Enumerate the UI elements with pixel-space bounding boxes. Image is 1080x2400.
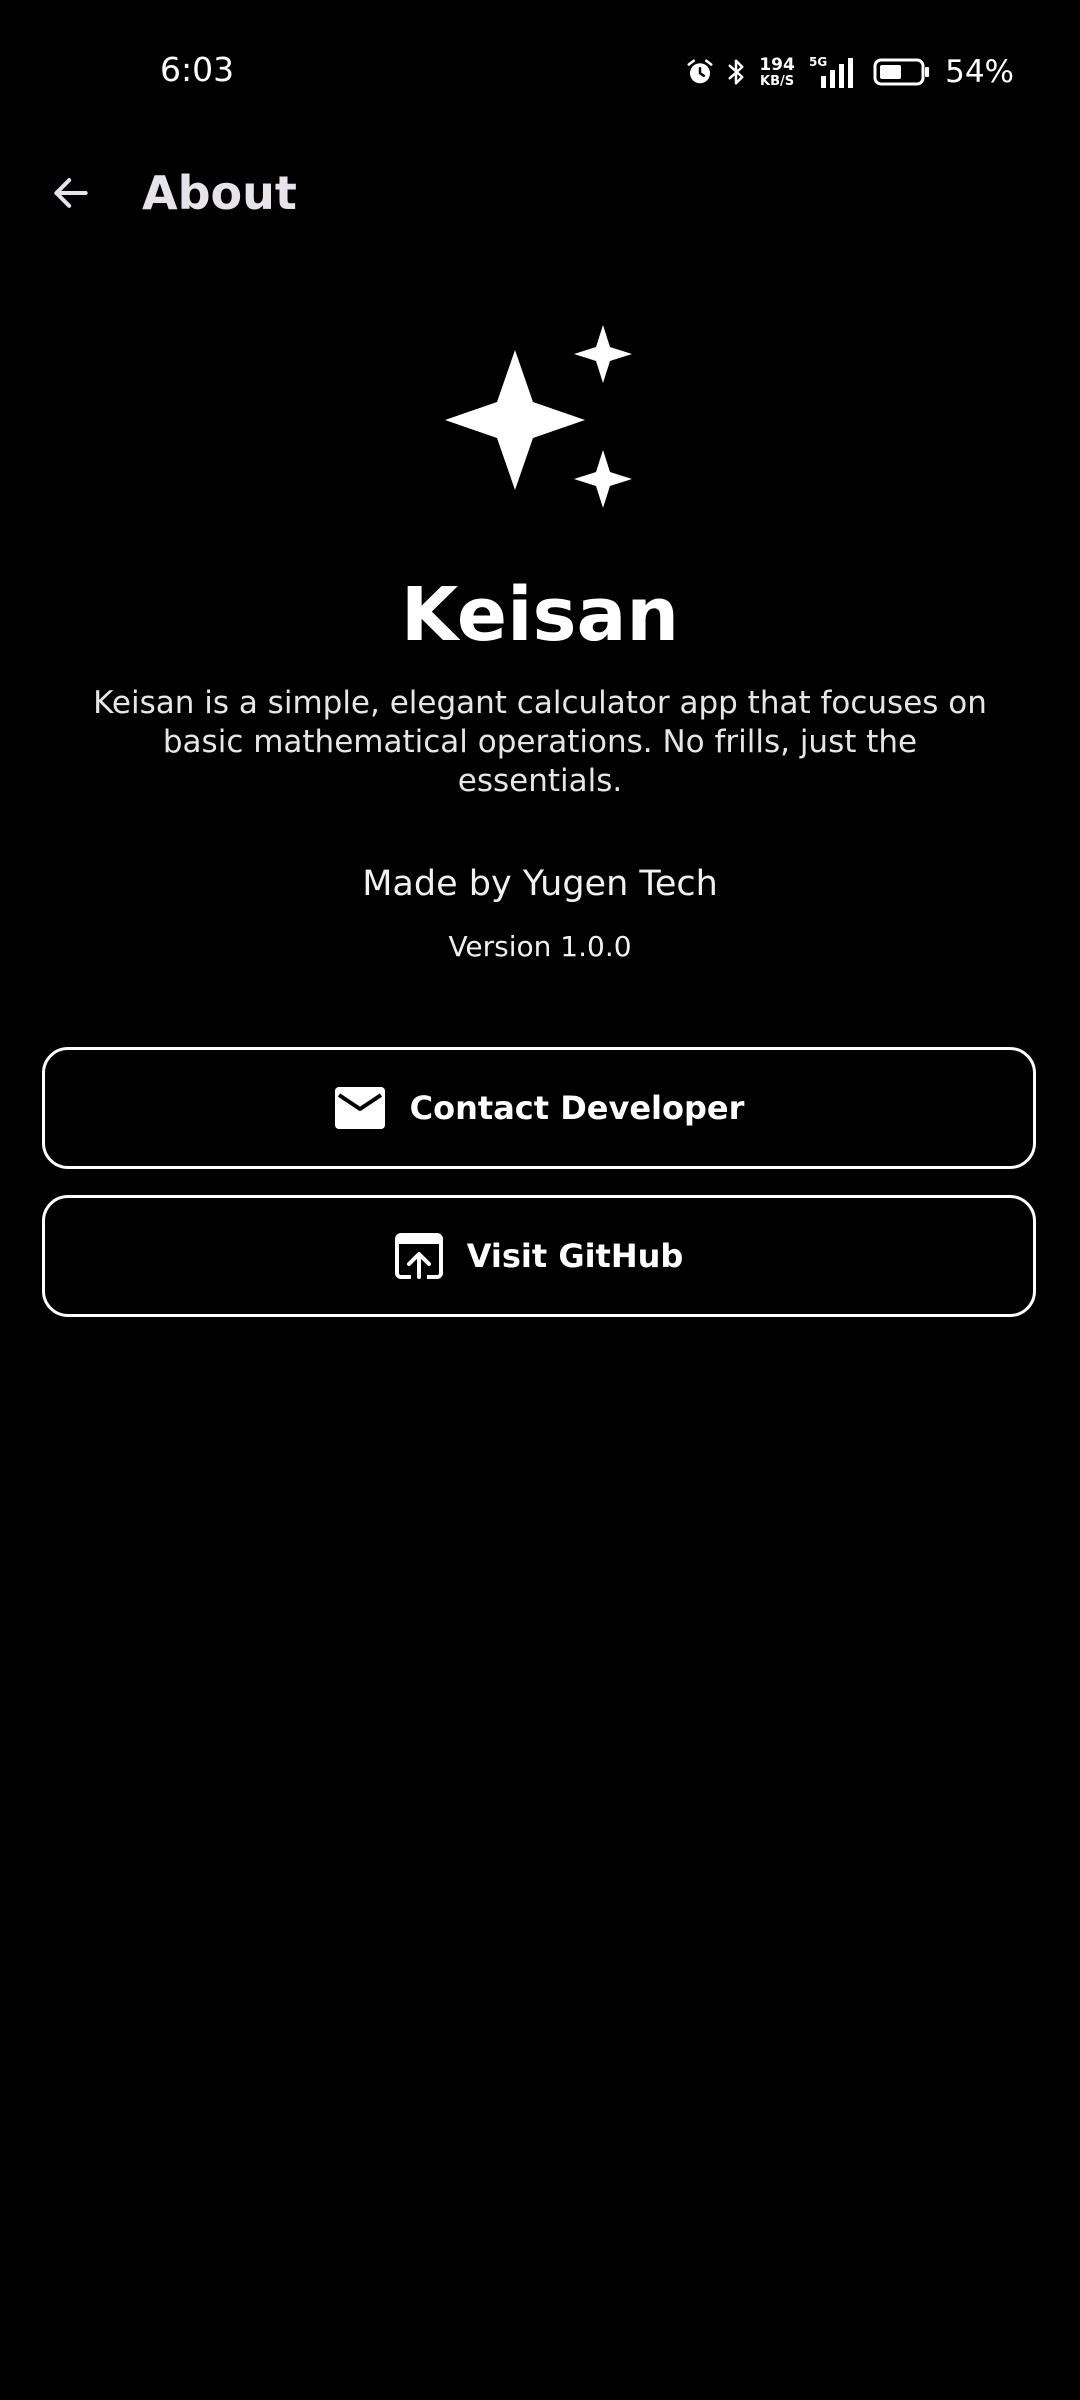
- developer-credit: Made by Yugen Tech: [362, 864, 718, 904]
- signal-5g-icon: 5G: [807, 54, 863, 90]
- status-icons: 194 KB/S 5G 54%: [685, 52, 1014, 92]
- app-name: Keisan: [400, 572, 680, 658]
- visit-github-label: Visit GitHub: [466, 1237, 684, 1275]
- visit-github-button[interactable]: Visit GitHub: [42, 1195, 1036, 1317]
- back-button[interactable]: [36, 165, 106, 225]
- network-type-label: 5G: [809, 55, 827, 69]
- contact-developer-button[interactable]: Contact Developer: [42, 1047, 1036, 1169]
- bluetooth-icon: [725, 57, 747, 87]
- contact-developer-label: Contact Developer: [409, 1089, 745, 1127]
- top-app-bar: About: [0, 150, 1080, 240]
- status-time: 6:03: [160, 50, 235, 89]
- app-description: Keisan is a simple, elegant calculator a…: [93, 685, 987, 799]
- battery-percent: 54%: [945, 54, 1014, 90]
- alarm-icon: [685, 57, 715, 87]
- network-speed-value: 194: [759, 54, 795, 75]
- page-title: About: [142, 166, 297, 220]
- battery-icon: [873, 57, 931, 87]
- network-speed-unit: KB/S: [760, 73, 795, 89]
- mail-icon: [334, 1086, 386, 1130]
- app-version: Version 1.0.0: [448, 930, 632, 963]
- sparkles-icon: [430, 320, 650, 530]
- network-speed: 194 KB/S: [757, 54, 797, 89]
- arrow-back-icon: [49, 171, 93, 220]
- status-bar: 6:03 194 KB/S 5G 54%: [0, 0, 1080, 140]
- open-in-browser-icon: [394, 1233, 443, 1279]
